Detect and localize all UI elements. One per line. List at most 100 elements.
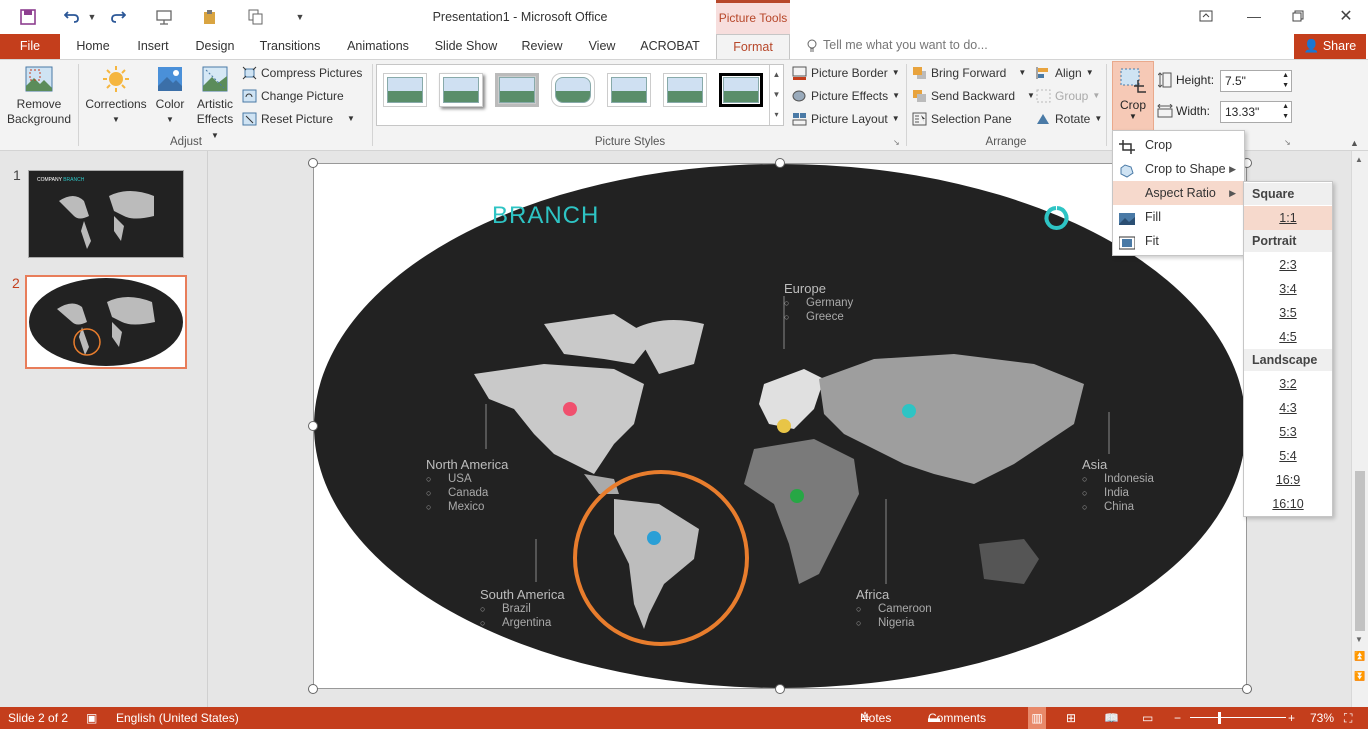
slide-thumbnail-1[interactable]: COMPANY BRANCH (28, 170, 184, 258)
height-spinner[interactable]: ▲ ▼ (1282, 71, 1289, 91)
zoom-out-icon[interactable]: − (1174, 707, 1181, 729)
resize-handle-bottom[interactable] (775, 684, 785, 694)
restore-icon[interactable] (1286, 6, 1310, 26)
align-button[interactable]: Align ▼ (1036, 63, 1094, 83)
slide-picture[interactable]: BRANCH Europe ○ Germany ○ Greece North Americ… (313, 163, 1247, 689)
aspect-5-3[interactable]: 5:3 (1244, 420, 1332, 444)
send-backward-button[interactable]: Send Backward ▼ (912, 86, 1035, 106)
height-field[interactable]: 7.5" ▲ ▼ (1220, 70, 1292, 92)
group-button[interactable]: Group ▼ (1036, 86, 1100, 106)
picture-style-3[interactable] (495, 73, 539, 107)
scroll-down-icon[interactable]: ▼ (1355, 635, 1363, 644)
slide-thumbnail-2[interactable] (25, 275, 187, 369)
paste-icon[interactable] (200, 8, 220, 26)
tab-insert[interactable]: Insert (130, 34, 176, 59)
undo-icon[interactable] (62, 8, 82, 26)
undo-dropdown-icon[interactable]: ▼ (82, 8, 102, 26)
previous-slide-icon[interactable]: ⏫ (1354, 651, 1365, 662)
share-button[interactable]: 👤 Share (1294, 34, 1366, 59)
change-picture-button[interactable]: Change Picture (242, 86, 344, 106)
reading-view-icon[interactable]: 📖 (1104, 707, 1119, 729)
tab-format[interactable]: Format (716, 34, 790, 59)
tab-file[interactable]: File (0, 34, 60, 59)
picture-style-4[interactable] (551, 73, 595, 107)
picture-effects-button[interactable]: Picture Effects ▼ (792, 86, 900, 106)
zoom-slider-thumb[interactable] (1218, 712, 1221, 724)
aspect-5-4[interactable]: 5:4 (1244, 444, 1332, 468)
scroll-up-icon[interactable]: ▲ (1355, 155, 1363, 164)
fit-slide-icon[interactable]: ⛶ (1344, 707, 1352, 729)
tab-acrobat[interactable]: ACROBAT (636, 34, 704, 59)
menu-item-fill[interactable]: Fill (1113, 205, 1244, 229)
copy-icon[interactable] (246, 8, 266, 26)
tab-home[interactable]: Home (70, 34, 116, 59)
aspect-3-5[interactable]: 3:5 (1244, 301, 1332, 325)
slideshow-view-icon[interactable]: ▭ (1142, 707, 1153, 729)
aspect-16-10[interactable]: 16:10 (1244, 492, 1332, 516)
menu-item-fit[interactable]: Fit (1113, 229, 1244, 253)
ribbon-display-options-icon[interactable] (1194, 6, 1218, 26)
remove-background-button[interactable]: Remove Background (4, 64, 74, 127)
close-icon[interactable]: ✕ (1334, 6, 1358, 26)
next-slide-icon[interactable]: ⏬ (1354, 671, 1365, 682)
tab-design[interactable]: Design (190, 34, 240, 59)
reset-picture-button[interactable]: Reset Picture ▼ (242, 109, 355, 129)
format-picture-launcher-icon[interactable]: ↘ (893, 138, 900, 147)
scroll-thumb[interactable] (1355, 471, 1365, 631)
resize-handle-left[interactable] (308, 421, 318, 431)
collapse-ribbon-icon[interactable]: ▲ (1350, 138, 1359, 148)
size-launcher-icon[interactable]: ↘ (1284, 138, 1291, 147)
redo-icon[interactable] (108, 8, 128, 26)
aspect-16-9[interactable]: 16:9 (1244, 468, 1332, 492)
bring-forward-button[interactable]: Bring Forward ▼ (912, 63, 1026, 83)
menu-item-aspect-ratio[interactable]: Aspect Ratio ▶ (1113, 181, 1244, 205)
resize-handle-top[interactable] (775, 158, 785, 168)
color-button[interactable]: Color ▼ (150, 64, 190, 127)
picture-style-6[interactable] (663, 73, 707, 107)
picture-style-2[interactable] (439, 73, 483, 107)
width-spinner[interactable]: ▲ ▼ (1282, 102, 1289, 122)
resize-handle-bottom-left[interactable] (308, 684, 318, 694)
artistic-effects-button[interactable]: Artistic Effects ▼ (192, 64, 238, 143)
slide-sorter-icon[interactable]: ⊞ (1066, 707, 1076, 729)
aspect-2-3[interactable]: 2:3 (1244, 253, 1332, 277)
tab-animations[interactable]: Animations (340, 34, 416, 59)
spelling-icon[interactable]: ▣ (86, 707, 97, 729)
resize-handle-top-left[interactable] (308, 158, 318, 168)
crop-button[interactable]: Crop ▼ (1112, 61, 1154, 131)
aspect-3-2[interactable]: 3:2 (1244, 372, 1332, 396)
tab-review[interactable]: Review (516, 34, 568, 59)
present-icon[interactable] (154, 8, 174, 26)
zoom-in-icon[interactable]: + (1288, 707, 1295, 729)
customize-qat-icon[interactable]: ▼ (290, 8, 310, 26)
width-field[interactable]: 13.33" ▲ ▼ (1220, 101, 1292, 123)
picture-style-5[interactable] (607, 73, 651, 107)
selection-pane-button[interactable]: Selection Pane (912, 109, 1012, 129)
aspect-1-1[interactable]: 1:1 (1244, 206, 1332, 230)
rotate-button[interactable]: Rotate ▼ (1036, 109, 1102, 129)
compress-pictures-button[interactable]: Compress Pictures (242, 63, 362, 83)
resize-handle-bottom-right[interactable] (1242, 684, 1252, 694)
aspect-3-4[interactable]: 3:4 (1244, 277, 1332, 301)
aspect-4-3[interactable]: 4:3 (1244, 396, 1332, 420)
picture-style-7[interactable] (719, 73, 763, 107)
picture-border-button[interactable]: Picture Border ▼ (792, 63, 900, 83)
gallery-scroll[interactable]: ▲ ▼ ▾ (769, 65, 783, 125)
language-indicator[interactable]: English (United States) (116, 707, 239, 729)
aspect-4-5[interactable]: 4:5 (1244, 325, 1332, 349)
tab-slide-show[interactable]: Slide Show (430, 34, 502, 59)
tell-me-search[interactable]: Tell me what you want to do... (823, 38, 988, 52)
menu-item-crop[interactable]: Crop (1113, 133, 1244, 157)
vertical-scrollbar[interactable]: ▲ ▼ ⏫ ⏬ (1351, 151, 1368, 707)
picture-layout-button[interactable]: Picture Layout ▼ (792, 109, 900, 129)
save-icon[interactable] (18, 8, 38, 26)
tab-view[interactable]: View (582, 34, 622, 59)
zoom-level[interactable]: 73% (1310, 707, 1334, 729)
menu-item-crop-to-shape[interactable]: Crop to Shape ▶ (1113, 157, 1244, 181)
normal-view-icon[interactable]: ▥ (1028, 707, 1046, 729)
picture-style-1[interactable] (383, 73, 427, 107)
minimize-icon[interactable]: — (1242, 6, 1266, 26)
tab-transitions[interactable]: Transitions (254, 34, 326, 59)
corrections-button[interactable]: Corrections ▼ (84, 64, 148, 127)
zoom-slider-track[interactable] (1190, 717, 1286, 718)
